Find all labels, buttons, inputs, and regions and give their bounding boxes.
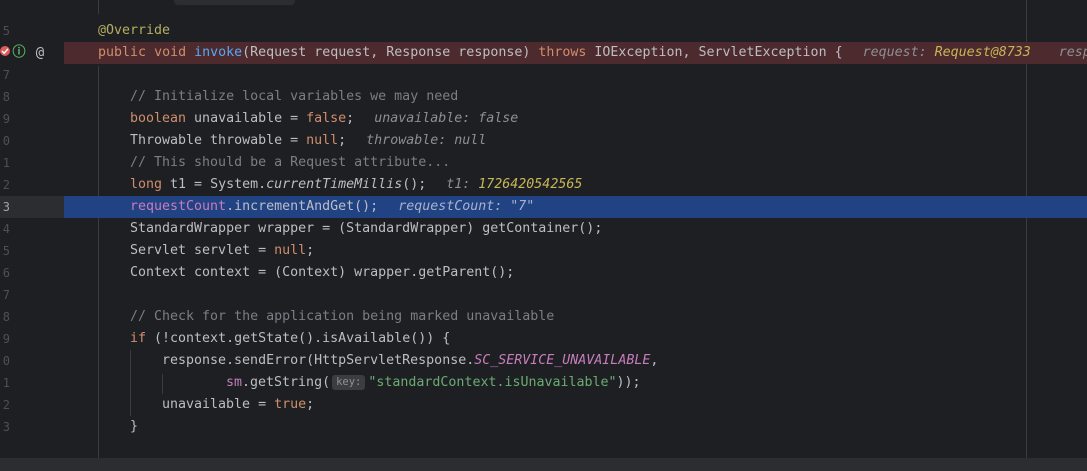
line-number: 8 xyxy=(2,90,10,104)
method-name-invoke: invoke xyxy=(194,45,243,60)
inline-value-hint: throwable: null xyxy=(366,133,487,148)
line-number: 7 xyxy=(2,288,10,302)
line-number: 8 xyxy=(2,310,10,324)
code-row: 4 StandardWrapper wrapper = (StandardWra… xyxy=(0,218,1087,240)
code-comment[interactable]: // This should be a Request attribute... xyxy=(130,152,450,174)
line-number: 7 xyxy=(2,68,10,82)
code-editor[interactable]: 5 @Override ⓘ @ public void invoke(Reque… xyxy=(0,0,1087,471)
indent-guide xyxy=(98,0,99,14)
code-row: 8 // Check for the application being mar… xyxy=(0,306,1087,328)
line-number: 3 xyxy=(2,200,10,214)
code-statement[interactable]: long t1 = System.currentTimeMillis(); t1:… xyxy=(130,174,582,196)
line-number: 5 xyxy=(2,24,10,38)
code-statement[interactable]: Servlet servlet = null; xyxy=(130,240,314,262)
code-row: 1 // This should be a Request attribute.… xyxy=(0,152,1087,174)
parameter-name-hint: key: xyxy=(332,375,366,390)
code-row: 8 // Initialize local variables we may n… xyxy=(0,86,1087,108)
code-row: 7 xyxy=(0,64,1087,86)
code-comment[interactable]: // Initialize local variables we may nee… xyxy=(130,86,458,108)
code-statement[interactable]: response.sendError(HttpServletResponse.S… xyxy=(162,350,658,372)
override-annotation[interactable]: @Override xyxy=(98,20,170,42)
inline-value-hint: request: Request@8733resp xyxy=(862,45,1087,60)
code-statement[interactable]: StandardWrapper wrapper = (StandardWrapp… xyxy=(130,218,602,240)
code-row: 5 @Override xyxy=(0,20,1087,42)
code-row: 0 response.sendError(HttpServletResponse… xyxy=(0,350,1087,372)
code-row: 6 Context context = (Context) wrapper.ge… xyxy=(0,262,1087,284)
line-number: 6 xyxy=(2,266,10,280)
code-row: 7 xyxy=(0,284,1087,306)
code-row: 9 if (!context.getState().isAvailable())… xyxy=(0,328,1087,350)
code-statement[interactable]: unavailable = true; xyxy=(162,394,314,416)
line-number: 3 xyxy=(2,420,10,434)
code-row: 2 unavailable = true; xyxy=(0,394,1087,416)
code-row: 3 } xyxy=(0,416,1087,438)
horizontal-scrollbar[interactable] xyxy=(0,458,1087,471)
code-comment[interactable]: // Check for the application being marke… xyxy=(130,306,554,328)
code-row-signature: ⓘ @ public void invoke(Request request, … xyxy=(0,42,1087,64)
code-statement[interactable]: requestCount.incrementAndGet(); requestCo… xyxy=(130,196,534,218)
code-statement[interactable]: if (!context.getState().isAvailable()) { xyxy=(130,328,450,350)
code-row: 5 Servlet servlet = null; xyxy=(0,240,1087,262)
line-number: 2 xyxy=(2,398,10,412)
line-number: 0 xyxy=(2,354,10,368)
at-icon[interactable]: @ xyxy=(33,45,47,61)
closing-brace[interactable]: } xyxy=(130,416,138,438)
line-number: 2 xyxy=(2,178,10,192)
line-number: 9 xyxy=(2,332,10,346)
code-row: 0 Throwable throwable = null; throwable: … xyxy=(0,130,1087,152)
code-statement[interactable]: boolean unavailable = false; unavailable:… xyxy=(130,108,518,130)
code-statement[interactable]: Context context = (Context) wrapper.getP… xyxy=(130,262,514,284)
method-signature[interactable]: public void invoke(Request request, Resp… xyxy=(98,42,1087,64)
line-number: 0 xyxy=(2,134,10,148)
tooltip-remnant xyxy=(174,0,295,5)
code-row-execution-point: 3 requestCount.incrementAndGet(); request… xyxy=(0,196,1087,218)
code-statement[interactable]: sm.getString(key: "standardContext.isUnav… xyxy=(226,372,641,394)
line-number: 4 xyxy=(2,222,10,236)
implements-icon[interactable]: ⓘ xyxy=(12,45,26,61)
line-number: 1 xyxy=(2,376,10,390)
code-row: 1 sm.getString(key: "standardContext.isUn… xyxy=(0,372,1087,394)
code-row: 9 boolean unavailable = false; unavailabl… xyxy=(0,108,1087,130)
breakpoint-icon[interactable] xyxy=(0,45,12,61)
code-row: 2 long t1 = System.currentTimeMillis(); t… xyxy=(0,174,1087,196)
inline-value-hint: t1: 1726420542565 xyxy=(446,177,583,192)
line-number: 1 xyxy=(2,156,10,170)
line-number: 9 xyxy=(2,112,10,126)
line-number: 5 xyxy=(2,244,10,258)
inline-value-hint: unavailable: false xyxy=(374,111,519,126)
inline-value-hint: requestCount: "7" xyxy=(398,199,535,214)
code-statement[interactable]: Throwable throwable = null; throwable: nu… xyxy=(130,130,486,152)
